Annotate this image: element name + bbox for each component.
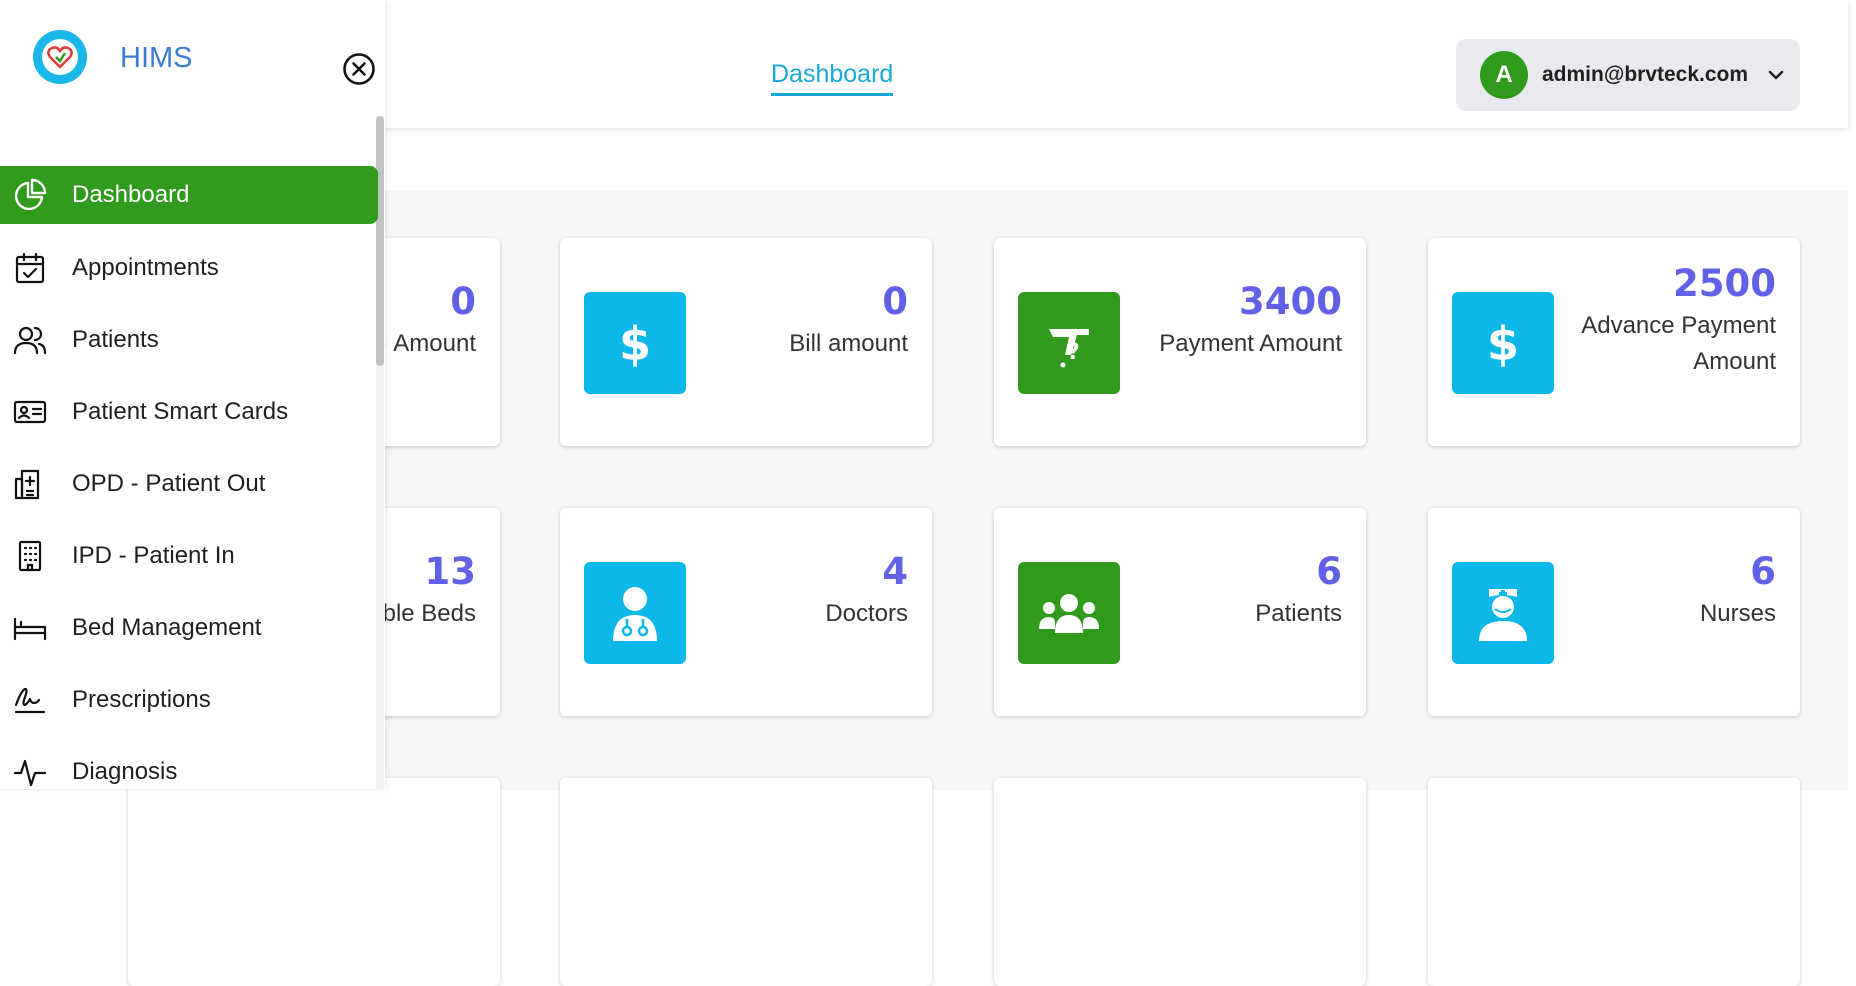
sidebar-item-prescriptions[interactable]: Prescriptions [0,671,378,729]
activity-icon [10,752,50,792]
stat-value: 0 [882,280,908,323]
stat-card-bill-amount: $ 0 Bill amount [560,238,932,446]
calendar-check-icon [10,248,50,288]
sidebar-item-label: Appointments [72,254,219,281]
avatar: A [1480,51,1528,99]
user-email: admin@brvteck.com [1542,63,1749,86]
tab-dashboard[interactable]: Dashboard [771,60,894,96]
hand-coin-icon: ? [1018,292,1120,394]
logo [33,30,87,84]
stat-label: Nurses [1699,600,1776,627]
stat-card [560,778,932,986]
sidebar-item-patients[interactable]: Patients [0,311,378,369]
pie-chart-icon [10,175,50,215]
stat-card [128,778,500,986]
sidebar-item-label: Bed Management [72,614,262,641]
stat-card [994,778,1366,986]
sidebar-item-opd-patient-out[interactable]: OPD - Patient Out [0,455,378,513]
card-text: 3400 Payment Amount [1112,278,1342,362]
sidebar: HIMS Dashboard Appointments Patients Pat… [0,0,385,789]
stat-card-payment-amount: ? 3400 Payment Amount [994,238,1366,446]
sidebar-item-label: IPD - Patient In [72,542,235,569]
dollar-icon: $ [1452,292,1554,394]
group-icon [1018,562,1120,664]
stat-card-nurses: 6 Nurses [1428,508,1800,716]
doctor-icon [584,562,686,664]
sidebar-item-patient-smart-cards[interactable]: Patient Smart Cards [0,383,378,441]
stat-card [1428,778,1800,986]
id-card-icon [10,392,50,432]
stat-card-advance-payment: $ 2500 Advance Payment Amount [1428,238,1800,446]
stat-label: Advance Payment Amount [1581,312,1776,375]
bed-icon [10,608,50,648]
user-menu-button[interactable]: A admin@brvteck.com [1456,39,1800,111]
stat-label: Bill amount [789,330,908,357]
sidebar-item-label: Dashboard [72,181,190,208]
sidebar-item-ipd-patient-in[interactable]: IPD - Patient In [0,527,378,585]
sidebar-item-bed-management[interactable]: Bed Management [0,599,378,657]
card-text: 4 Doctors [678,548,908,632]
stat-card-patients: 6 Patients [994,508,1366,716]
chevron-down-icon [1766,65,1786,85]
users-icon [10,320,50,360]
card-text: 0 Bill amount [678,278,908,362]
card-text: 6 Nurses [1546,548,1776,632]
stat-value: 6 [1316,550,1342,593]
stat-label: Doctors [825,600,908,627]
stat-value: 4 [882,550,908,593]
stat-value: 2500 [1673,262,1776,305]
svg-text:$: $ [619,318,651,368]
sidebar-item-label: OPD - Patient Out [72,470,266,497]
stat-label: Patients [1255,600,1342,627]
heart-icon [42,39,78,75]
sidebar-item-appointments[interactable]: Appointments [0,239,378,297]
signature-icon [10,680,50,720]
building-icon [10,536,50,576]
stat-card-doctors: 4 Doctors [560,508,932,716]
close-icon[interactable] [342,52,376,86]
stat-value: 3400 [1239,280,1342,323]
svg-text:?: ? [1067,340,1080,365]
svg-text:$: $ [1487,318,1519,368]
hospital-icon [10,464,50,504]
sidebar-item-label: Patient Smart Cards [72,398,289,425]
stat-label: Payment Amount [1159,330,1342,357]
dollar-icon: $ [584,292,686,394]
sidebar-item-label: Diagnosis [72,758,178,785]
card-text: 2500 Advance Payment Amount [1556,260,1776,380]
stat-value: 6 [1750,550,1776,593]
brand-name: HIMS [120,42,193,74]
sidebar-item-dashboard[interactable]: Dashboard [0,166,378,224]
sidebar-item-label: Patients [72,326,159,353]
nurse-icon [1452,562,1554,664]
sidebar-item-label: Prescriptions [72,686,211,713]
card-text: 6 Patients [1112,548,1342,632]
sidebar-item-diagnosis[interactable]: Diagnosis [0,743,378,801]
